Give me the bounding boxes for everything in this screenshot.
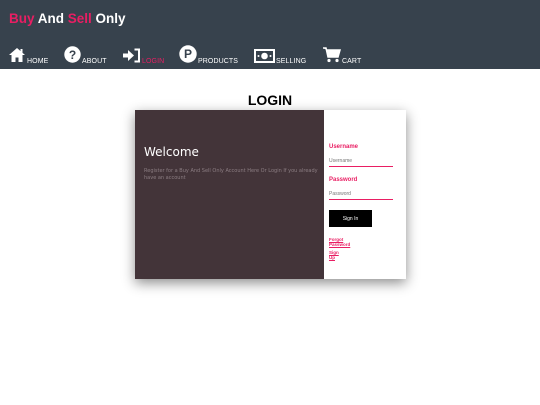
nav-label-cart: CART xyxy=(342,58,362,65)
brand-word-buy: Buy xyxy=(9,11,35,26)
question-icon: ? xyxy=(64,46,81,68)
password-input[interactable] xyxy=(329,188,393,200)
welcome-panel: Welcome Register for a Buy And Sell Only… xyxy=(135,110,324,279)
svg-text:?: ? xyxy=(69,48,76,62)
login-card: Welcome Register for a Buy And Sell Only… xyxy=(135,110,406,279)
nav-label-about: ABOUT xyxy=(82,58,107,65)
cart-icon xyxy=(322,46,341,68)
sign-in-button[interactable]: Sign In xyxy=(329,210,372,227)
login-form: Username Password Sign In Forgot Passwor… xyxy=(324,110,406,279)
products-p-icon: P xyxy=(179,45,197,68)
main-nav: HOME ? ABOUT LOGIN P PRODUCTS SELLING CA… xyxy=(0,45,540,68)
nav-item-login[interactable]: LOGIN xyxy=(122,46,164,68)
brand-logo[interactable]: Buy And Sell Only xyxy=(9,11,126,26)
nav-item-products[interactable]: P PRODUCTS xyxy=(179,45,239,68)
signup-link-line2: Up xyxy=(329,254,335,260)
nav-label-home: HOME xyxy=(27,58,49,65)
sign-in-icon xyxy=(122,48,141,68)
sign-up-link[interactable]: Sign Up xyxy=(329,250,339,260)
nav-item-home[interactable]: HOME xyxy=(8,46,48,68)
nav-label-products: PRODUCTS xyxy=(198,58,239,65)
svg-text:P: P xyxy=(184,47,192,61)
welcome-heading: Welcome xyxy=(144,145,199,159)
username-input[interactable] xyxy=(329,155,393,167)
welcome-description: Register for a Buy And Sell Only Account… xyxy=(144,168,318,182)
page-title: LOGIN xyxy=(247,92,293,108)
username-label: Username xyxy=(329,144,359,150)
site-header: Buy And Sell Only HOME ? ABOUT LOGIN P P… xyxy=(0,0,540,69)
nav-label-login: LOGIN xyxy=(142,58,165,65)
nav-item-about[interactable]: ? ABOUT xyxy=(64,46,107,68)
brand-word-only: Only xyxy=(91,11,126,26)
password-label: Password xyxy=(329,177,358,183)
money-icon xyxy=(254,49,275,68)
forgot-password-link[interactable]: Forgot Password xyxy=(329,237,351,247)
brand-word-sell: Sell xyxy=(67,11,92,26)
nav-label-selling: SELLING xyxy=(276,58,307,65)
brand-word-and: And xyxy=(34,11,68,26)
forgot-link-line2: Password xyxy=(329,241,351,247)
home-icon xyxy=(8,47,26,68)
nav-item-cart[interactable]: CART xyxy=(322,46,361,68)
nav-item-selling[interactable]: SELLING xyxy=(254,46,306,68)
